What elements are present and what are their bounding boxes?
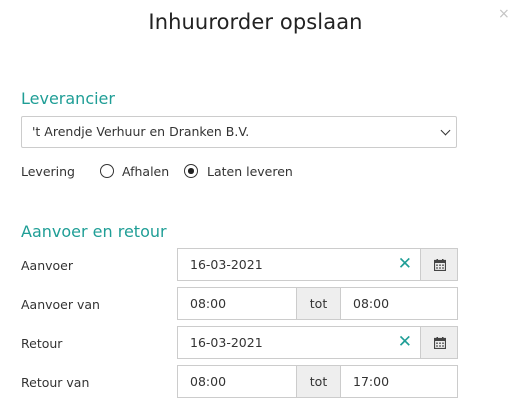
- supplier-section-title: Leverancier: [21, 89, 115, 108]
- retour-from-time-input[interactable]: 08:00: [177, 365, 297, 398]
- schedule-section-title: Aanvoer en retour: [21, 222, 167, 241]
- aanvoer-from-time-input[interactable]: 08:00: [177, 287, 297, 320]
- aanvoer-label: Aanvoer: [21, 258, 74, 273]
- retour-van-label: Retour van: [21, 375, 90, 390]
- chevron-down-icon: [440, 125, 451, 136]
- aanvoer-van-label: Aanvoer van: [21, 297, 100, 312]
- retour-calendar-button[interactable]: [420, 326, 458, 359]
- supplier-select-value: 't Arendje Verhuur en Dranken B.V.: [32, 124, 250, 139]
- retour-tot-addon: tot: [296, 365, 341, 398]
- delivery-label: Levering: [21, 164, 75, 179]
- aanvoer-tot-addon: tot: [296, 287, 341, 320]
- retour-date-input[interactable]: 16-03-2021 ✕: [177, 326, 421, 359]
- close-icon[interactable]: ×: [498, 6, 510, 22]
- aanvoer-date-value: 16-03-2021: [190, 257, 263, 272]
- radio-laten-leveren-label[interactable]: Laten leveren: [207, 164, 293, 179]
- retour-date-value: 16-03-2021: [190, 335, 263, 350]
- dialog-title: Inhuurorder opslaan: [148, 10, 363, 34]
- calendar-icon: [434, 337, 446, 349]
- aanvoer-to-time-input[interactable]: 08:00: [340, 287, 458, 320]
- radio-laten-leveren[interactable]: [184, 164, 198, 178]
- calendar-icon: [434, 259, 446, 271]
- clear-icon[interactable]: ✕: [398, 327, 412, 358]
- radio-afhalen[interactable]: [100, 164, 114, 178]
- aanvoer-calendar-button[interactable]: [420, 248, 458, 281]
- radio-afhalen-label[interactable]: Afhalen: [122, 164, 169, 179]
- radio-selected-dot: [188, 168, 194, 174]
- supplier-select[interactable]: 't Arendje Verhuur en Dranken B.V.: [21, 116, 457, 148]
- retour-to-time-input[interactable]: 17:00: [340, 365, 458, 398]
- retour-label: Retour: [21, 336, 63, 351]
- aanvoer-date-input[interactable]: 16-03-2021 ✕: [177, 248, 421, 281]
- clear-icon[interactable]: ✕: [398, 249, 412, 280]
